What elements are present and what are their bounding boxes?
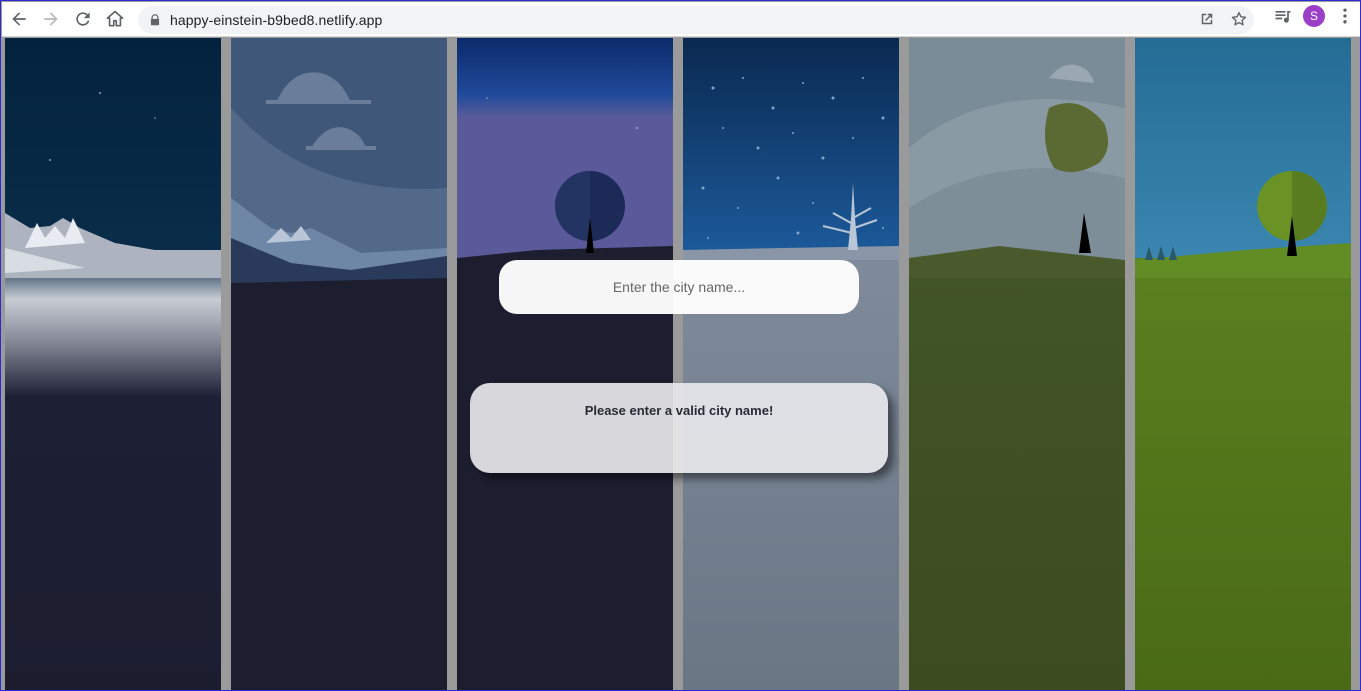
browser-window: happy-einstein-b9bed8.netlify.app S Ente… [0,0,1361,691]
weather-page: Please enter a valid city name! [2,38,1360,690]
weather-result-card: Please enter a valid city name! [470,383,888,473]
star-icon[interactable] [1230,10,1248,28]
background-panel-night-snow [5,38,221,690]
back-button[interactable] [3,3,35,35]
open-in-new-icon[interactable] [1198,10,1216,28]
background-panel-foggy-hills [909,38,1125,690]
address-bar[interactable]: happy-einstein-b9bed8.netlify.app [138,6,1254,34]
forward-button[interactable] [35,3,67,35]
home-icon [106,10,124,27]
reload-button[interactable] [67,3,99,35]
profile-initial: S [1309,9,1318,23]
url-text: happy-einstein-b9bed8.netlify.app [170,12,383,28]
validation-message: Please enter a valid city name! [584,403,774,418]
back-arrow-icon [12,12,26,26]
forward-arrow-icon [44,12,58,26]
background-panel-cloudy-dusk [231,38,447,690]
background-panel-sunny-meadow [1135,38,1351,690]
browser-toolbar: happy-einstein-b9bed8.netlify.app S [2,2,1360,37]
profile-avatar[interactable]: S [1303,5,1325,27]
background-panel-snowfall [683,38,899,690]
lock-icon [150,14,160,26]
kebab-menu-icon[interactable] [1335,6,1355,26]
home-button[interactable] [99,3,131,35]
media-control-icon[interactable] [1273,6,1293,26]
city-search-input[interactable] [499,260,859,314]
reload-icon [76,12,90,26]
background-panel-twilight-tree [457,38,673,690]
